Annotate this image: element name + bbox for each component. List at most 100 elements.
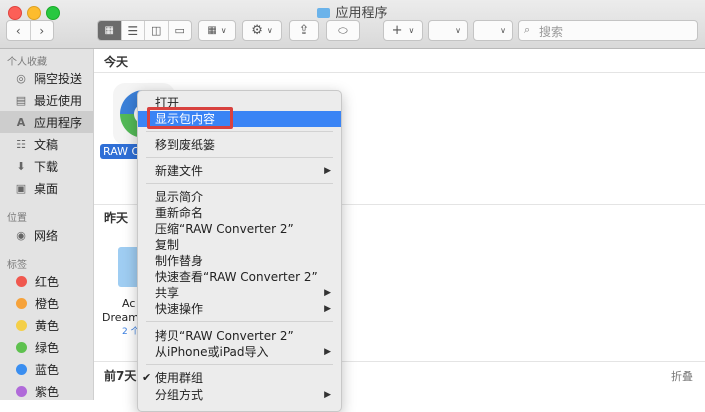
chevron-down-icon: ∨ [500,26,506,35]
search-icon: ⌕ [524,23,531,36]
airdrop-icon: ◎ [16,71,26,85]
group-header-today: 今天 [104,55,129,69]
menu-separator [146,321,333,322]
gallery-view-button[interactable]: ▭ [169,21,192,40]
column-view-button[interactable]: ◫ [145,21,169,40]
window-title-label: 应用程序 [335,6,388,21]
sidebar-item-tag-red[interactable]: 红色 [0,270,93,292]
menu-item-compress[interactable]: 压缩“RAW Converter 2” [138,221,341,237]
documents-icon: ☷ [16,137,26,151]
sidebar-item-tag-orange[interactable]: 橙色 [0,292,93,314]
back-forward-control: ‹ › [6,20,54,41]
submenu-arrow-icon: ▶ [324,347,331,357]
search-placeholder: 搜索 [539,25,564,39]
annotation-highlight-box [147,107,233,129]
sidebar-item-label: 网络 [34,228,59,243]
group-by-button[interactable]: ▦ ∨ [198,20,236,41]
search-field[interactable]: ⌕ 搜索 [518,20,698,41]
menu-item-move-to-trash[interactable]: 移到废纸篓 [138,137,341,153]
menu-item-group-by[interactable]: 分组方式 ▶ [138,387,341,403]
menu-item-label: 共享 [155,286,180,300]
sidebar-item-label: 绿色 [35,340,60,355]
menu-item-label: 显示简介 [155,190,204,204]
list-view-button[interactable]: ☰ [122,21,145,40]
group-header-yesterday: 昨天 [104,211,129,225]
add-button[interactable]: + ∨ [383,20,423,41]
menu-item-copy[interactable]: 拷贝“RAW Converter 2” [138,328,341,344]
sidebar-item-label: 应用程序 [34,115,83,130]
menu-item-share[interactable]: 共享 ▶ [138,285,341,301]
sidebar-item-applications[interactable]: A 应用程序 [0,111,93,133]
locations-header: 位置 [7,213,27,224]
sidebar-item-label: 桌面 [34,181,59,196]
menu-item-rename[interactable]: 重新命名 [138,205,341,221]
sidebar-item-documents[interactable]: ☷ 文稿 [0,133,93,155]
forward-button[interactable]: › [31,21,54,40]
recents-icon: ▤ [15,93,27,107]
back-button[interactable]: ‹ [7,21,31,40]
sidebar-item-downloads[interactable]: ⬇ 下载 [0,155,93,177]
divider [94,72,705,73]
tag-color-dot [16,363,27,375]
icon-view-button[interactable]: ▦ [98,21,122,40]
extension-button-1[interactable]: ∨ [428,20,468,41]
tag-color-dot [16,297,27,309]
grid-icon: ▦ [207,25,217,36]
menu-item-duplicate[interactable]: 复制 [138,237,341,253]
sidebar-item-label: 红色 [35,274,60,289]
sidebar-item-recents[interactable]: ▤ 最近使用 [0,89,93,111]
menu-item-label: 分组方式 [155,388,204,402]
sidebar-item-tag-green[interactable]: 绿色 [0,336,93,358]
sidebar-item-tag-purple[interactable]: 紫色 [0,380,93,402]
collapse-button[interactable]: 折叠 [671,368,693,384]
plus-icon: + [391,23,403,38]
tag-color-dot [16,385,27,397]
menu-item-quick-look[interactable]: 快速查看“RAW Converter 2” [138,269,341,285]
sidebar-item-airdrop[interactable]: ◎ 隔空投送 [0,67,93,89]
sidebar-item-desktop[interactable]: ▣ 桌面 [0,177,93,199]
gear-icon: ⚙ [251,23,263,38]
submenu-arrow-icon: ▶ [324,166,331,176]
applications-icon: A [16,115,26,129]
submenu-arrow-icon: ▶ [324,390,331,400]
extension-button-2[interactable]: ∨ [473,20,513,41]
view-mode-control: ▦ ☰ ◫ ▭ [97,20,192,41]
window-title: 应用程序 [0,2,705,21]
chevron-down-icon: ∨ [220,26,227,35]
sidebar-item-label: 蓝色 [35,362,60,377]
file-name-label: Ac [122,297,136,310]
chevron-down-icon: ∨ [455,26,461,35]
chevron-down-icon: ∨ [408,26,415,35]
columns-icon: ◫ [151,24,162,37]
tag-color-dot [16,319,27,331]
menu-item-label: 使用群组 [155,371,204,385]
menu-item-quick-actions[interactable]: 快速操作 ▶ [138,301,341,317]
menu-item-new-folder[interactable]: 新建文件 ▶ [138,163,341,179]
share-button[interactable]: ⇪ [289,20,319,41]
menu-item-import-from-iphone[interactable]: 从iPhone或iPad导入 ▶ [138,344,341,360]
sidebar-item-label: 隔空投送 [34,71,83,86]
menu-item-label: 快速操作 [155,302,204,316]
menu-item-make-alias[interactable]: 制作替身 [138,253,341,269]
menu-item-label: 制作替身 [155,254,204,268]
sidebar-item-tag-yellow[interactable]: 黄色 [0,314,93,336]
chevron-down-icon: ∨ [266,26,273,35]
menu-item-label: 新建文件 [155,164,204,178]
submenu-arrow-icon: ▶ [324,288,331,298]
sidebar-item-tag-blue[interactable]: 蓝色 [0,358,93,380]
sidebar-item-label: 下载 [34,159,59,174]
tag-color-dot [16,275,27,287]
menu-item-get-info[interactable]: 显示简介 [138,189,341,205]
group-header-last-7-days: 前7天 [104,369,137,383]
menu-item-label: 快速查看“RAW Converter 2” [155,270,318,284]
menu-separator [146,157,333,158]
menu-item-label: 移到废纸篓 [155,138,216,152]
desktop-icon: ▣ [15,181,27,195]
sidebar-item-network[interactable]: ◉ 网络 [0,224,93,246]
menu-item-label: 从iPhone或iPad导入 [155,345,269,359]
menu-item-use-groups[interactable]: ✔ 使用群组 [138,370,341,386]
tags-button[interactable]: ⬭ [326,20,360,41]
menu-separator [146,364,333,365]
action-button[interactable]: ⚙ ∨ [242,20,282,41]
list-icon: ☰ [127,23,139,38]
